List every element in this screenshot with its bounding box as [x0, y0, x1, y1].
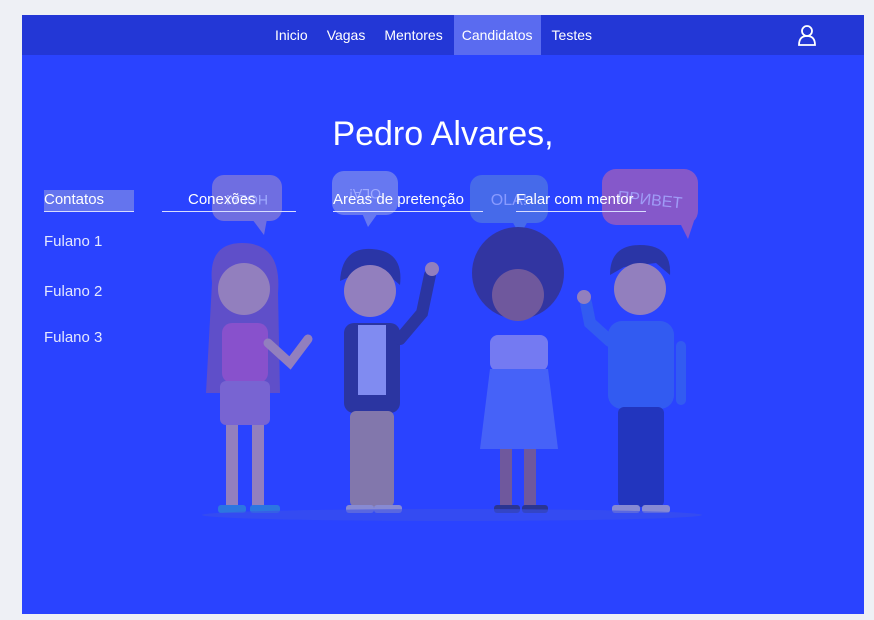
list-item[interactable]: Fulano 1 [44, 233, 102, 250]
tab-conexoes[interactable]: Conexões [162, 190, 296, 212]
page-title: Pedro Alvares, [332, 115, 554, 153]
nav-item-candidatos[interactable]: Candidatos [453, 15, 541, 55]
people-illustration: HOLA! OLA! OLA! ПРИВЕТ [202, 169, 702, 521]
tab-falar-com-mentor[interactable]: Falar com mentor [516, 190, 646, 212]
main-nav: Inicio Vagas Mentores Candidatos Testes [267, 15, 603, 55]
app-frame: Inicio Vagas Mentores Candidatos Testes … [22, 15, 864, 614]
tab-areas-de-pretencao[interactable]: Areas de pretenção [333, 190, 483, 212]
nav-item-testes[interactable]: Testes [544, 15, 600, 55]
nav-item-vagas[interactable]: Vagas [319, 15, 374, 55]
person-4 [577, 245, 686, 513]
user-icon[interactable] [796, 23, 818, 47]
nav-item-inicio[interactable]: Inicio [267, 15, 316, 55]
person-3 [472, 227, 564, 513]
profile-tabs: Contatos Conexões Areas de pretenção Fal… [22, 190, 864, 214]
nav-item-mentores[interactable]: Mentores [376, 15, 450, 55]
list-item[interactable]: Fulano 2 [44, 283, 102, 300]
top-navbar: Inicio Vagas Mentores Candidatos Testes [22, 15, 864, 55]
person-2 [340, 248, 439, 513]
tab-contatos[interactable]: Contatos [44, 190, 134, 212]
list-item[interactable]: Fulano 3 [44, 329, 102, 346]
person-1 [206, 243, 313, 513]
